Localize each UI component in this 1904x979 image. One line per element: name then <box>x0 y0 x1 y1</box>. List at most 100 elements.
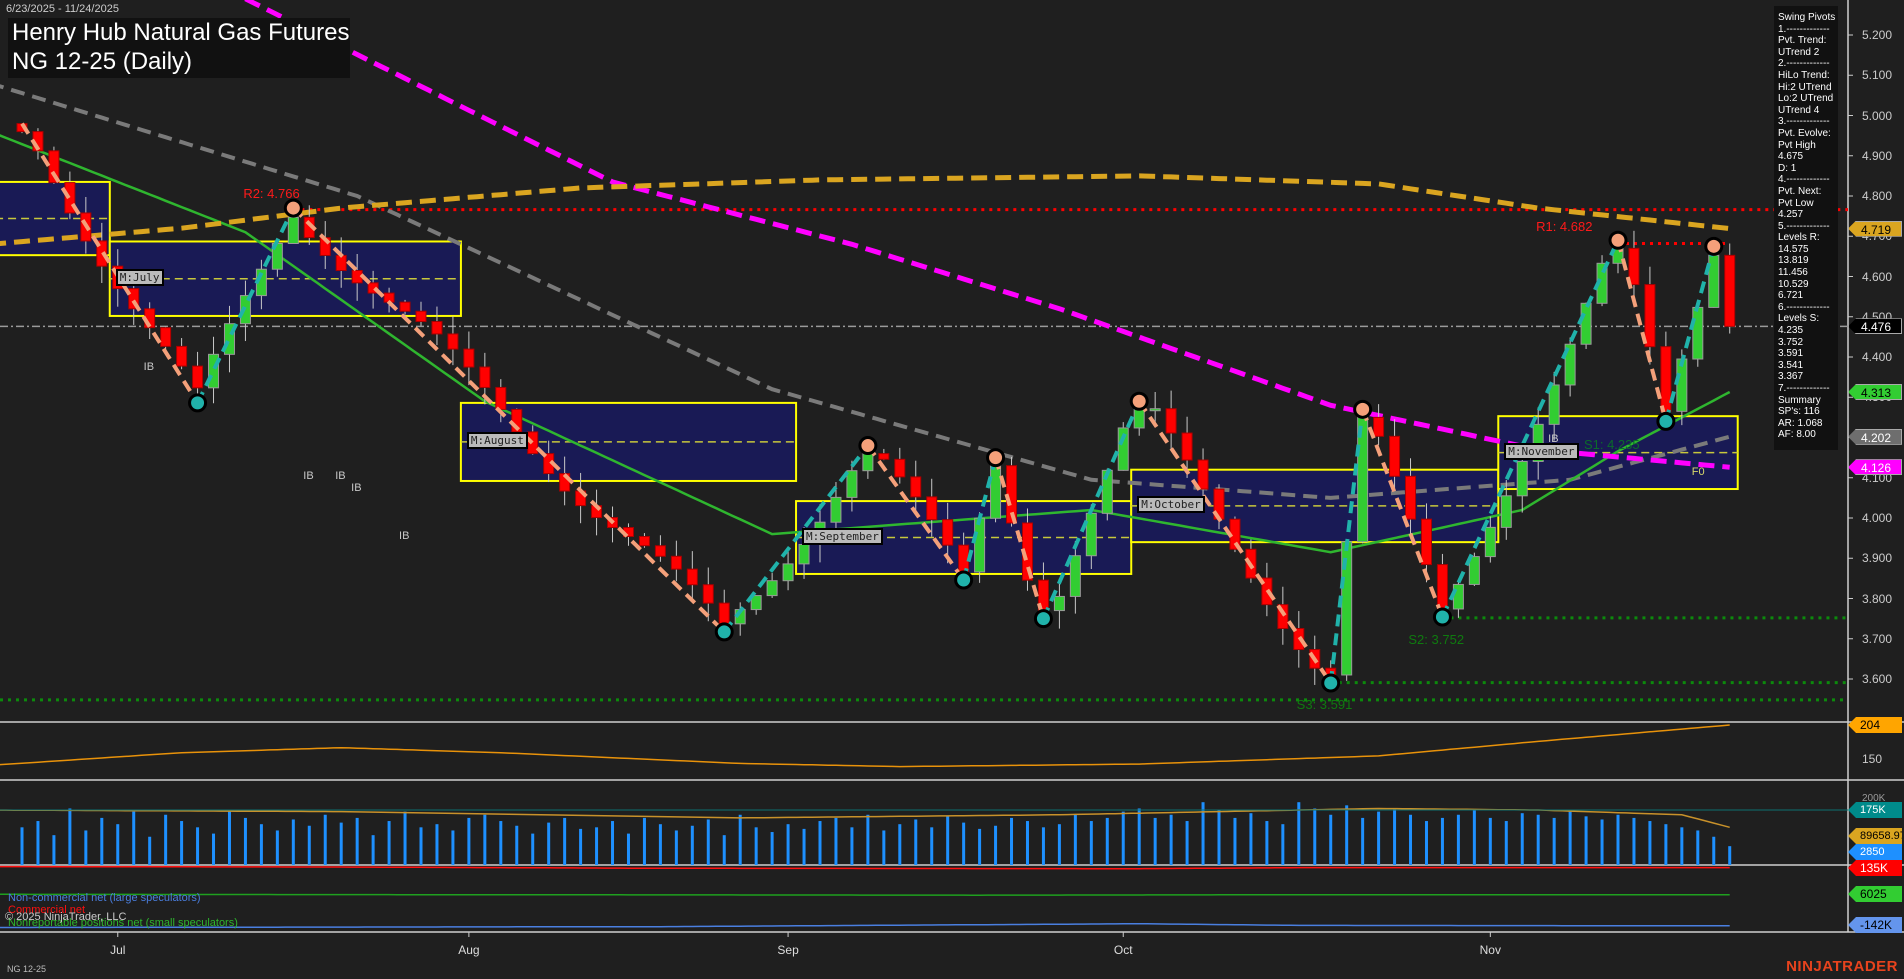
price-tick-label: 3.900 <box>1862 551 1892 565</box>
month-box-label: M:July <box>116 269 164 286</box>
candle-down <box>703 585 713 603</box>
price-tick-label: 4.900 <box>1862 149 1892 163</box>
candle-up <box>1501 496 1511 528</box>
candle-up <box>783 564 793 581</box>
volume-bar <box>1170 815 1173 865</box>
month-box-label: M:November <box>1504 443 1578 460</box>
volume-bar <box>1425 821 1428 865</box>
cot-large-spec-line <box>0 924 1730 928</box>
candle-up <box>991 466 1001 519</box>
swing-panel-line: D: 1 <box>1778 163 1838 175</box>
cot-tag: 135K <box>1848 860 1902 876</box>
level-label: S1: 4.235 <box>1584 437 1640 452</box>
candle-down <box>480 367 490 387</box>
price-tick-label: 3.800 <box>1862 592 1892 606</box>
volume-bar <box>930 827 933 865</box>
volume-bar <box>196 827 199 865</box>
swing-zigzag-line <box>1618 240 1666 421</box>
price-tag: 4.126 <box>1848 459 1902 475</box>
volume-bar <box>627 834 630 865</box>
price-tick-label: 3.600 <box>1862 672 1892 686</box>
volume-bar <box>180 821 183 865</box>
candle-down <box>1437 565 1447 609</box>
swing-low-dot <box>1035 611 1051 627</box>
instrument-name: Henry Hub Natural Gas Futures <box>8 18 350 47</box>
legend-noncommercial: Non-commercial net (large speculators) <box>8 892 201 904</box>
volume-bar <box>388 821 391 865</box>
price-tick-label: 5.100 <box>1862 68 1892 82</box>
swing-high-dot <box>1355 401 1371 417</box>
candle-up <box>1677 359 1687 411</box>
swing-panel-line: 14.575 <box>1778 244 1838 256</box>
swing-low-dot <box>956 572 972 588</box>
candle-up <box>1134 409 1144 428</box>
swing-panel-line: 3.367 <box>1778 371 1838 383</box>
cot-tag: 6025 <box>1848 886 1902 902</box>
swing-panel-line: Levels R: <box>1778 232 1838 244</box>
volume-bar <box>1680 827 1683 865</box>
swing-panel-line: Lo:2 UTrend <box>1778 93 1838 105</box>
volume-bar <box>898 824 901 865</box>
swing-panel-line: 6.721 <box>1778 290 1838 302</box>
cot-small-spec-line <box>0 894 1730 895</box>
volume-bar <box>834 818 837 865</box>
price-tick-label: 4.600 <box>1862 270 1892 284</box>
volume-bar <box>1521 813 1524 865</box>
candle-down <box>719 603 729 624</box>
volume-bar <box>882 830 885 865</box>
volume-bar <box>611 821 614 865</box>
price-tick-label: 4.400 <box>1862 350 1892 364</box>
volume-bar <box>659 824 662 865</box>
candle-down <box>400 302 410 311</box>
candle-up <box>1485 527 1495 556</box>
price-tick-label: 5.000 <box>1862 109 1892 123</box>
volume-bar <box>803 829 806 865</box>
candle-down <box>687 569 697 585</box>
candle-down <box>177 346 187 366</box>
price-chart[interactable] <box>0 0 1904 979</box>
volume-bar <box>1186 821 1189 865</box>
price-tag: 4.476 <box>1848 318 1902 334</box>
swing-panel-line: 10.529 <box>1778 279 1838 291</box>
volume-bar <box>1553 818 1556 865</box>
volume-bar <box>675 830 678 865</box>
swing-panel-line: Pvt. Next: <box>1778 186 1838 198</box>
swing-low-dot <box>1323 675 1339 691</box>
volume-bar <box>372 835 375 865</box>
swing-panel-line: SP's: 116 <box>1778 406 1838 418</box>
candle-up <box>1070 556 1080 597</box>
candle-up <box>1054 596 1064 610</box>
volume-bar <box>1632 818 1635 865</box>
ninjatrader-logo: NINJATRADER <box>1786 958 1898 975</box>
candle-up <box>847 471 857 498</box>
volume-tag: 2850 <box>1848 844 1902 860</box>
candle-down <box>959 545 969 572</box>
swing-panel-line: Swing Pivots <box>1778 12 1838 24</box>
swing-panel-line: 1.------------- <box>1778 24 1838 36</box>
swing-high-dot <box>988 450 1004 466</box>
volume-bar <box>1233 818 1236 865</box>
volume-bar <box>994 826 997 865</box>
volume-bar <box>962 823 965 865</box>
price-tag: 4.313 <box>1848 384 1902 400</box>
bar-annotation: IB <box>144 361 154 373</box>
volume-bar <box>435 824 438 865</box>
volume-bar <box>1042 827 1045 865</box>
swing-panel-line: Summary <box>1778 395 1838 407</box>
cot-commercial-line <box>0 867 1730 869</box>
volume-bar <box>1537 815 1540 865</box>
swing-high-dot <box>860 438 876 454</box>
swing-low-dot <box>1658 413 1674 429</box>
candle-up <box>975 518 985 572</box>
volume-bar <box>1617 815 1620 865</box>
candle-down <box>895 459 905 477</box>
swing-low-dot <box>1434 609 1450 625</box>
volume-bar <box>1441 818 1444 865</box>
swing-panel-line: Hi:2 UTrend <box>1778 82 1838 94</box>
volume-bar <box>1218 810 1221 865</box>
volume-bar <box>1010 818 1013 865</box>
candle-down <box>927 497 937 520</box>
volume-bar <box>1361 818 1364 865</box>
volume-bar <box>691 826 694 865</box>
candle-up <box>831 497 841 522</box>
